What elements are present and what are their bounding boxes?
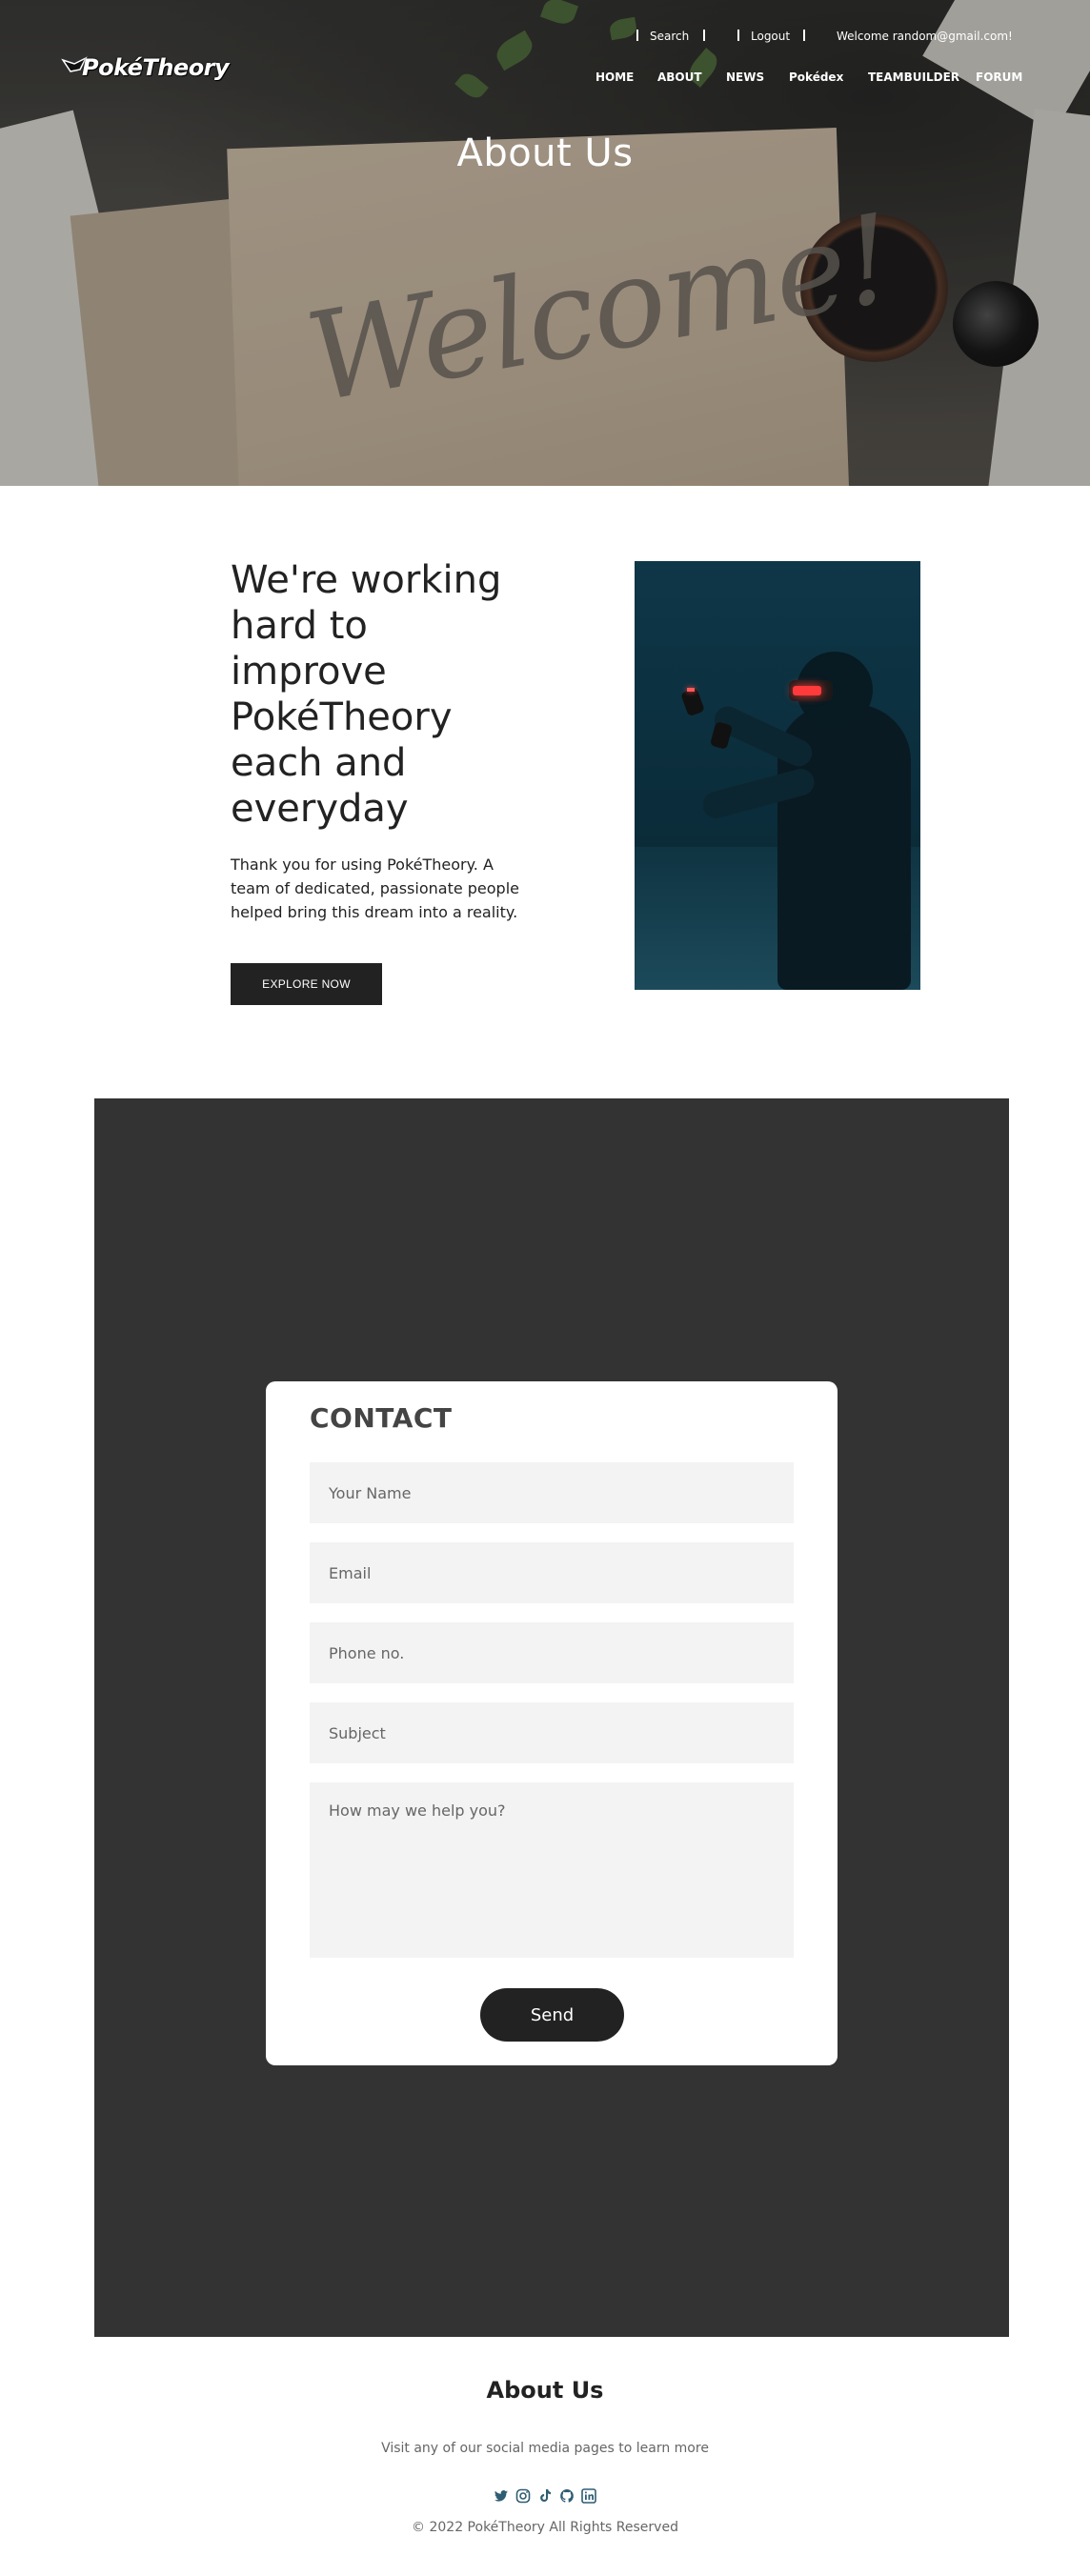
topbar-separator xyxy=(636,30,638,43)
footer-title: About Us xyxy=(486,2377,604,2404)
phone-field[interactable] xyxy=(310,1622,794,1683)
vr-headset-photo xyxy=(635,561,920,990)
github-icon[interactable] xyxy=(559,2488,575,2504)
intro-heading: We're working hard to improve PokéTheory… xyxy=(231,557,555,832)
topbar-separator xyxy=(703,30,705,43)
intro-heading-line: We're working xyxy=(231,558,502,602)
nav-news[interactable]: NEWS xyxy=(726,70,764,84)
linkedin-icon[interactable] xyxy=(581,2487,596,2504)
copyright-text: © 2022 PokéTheory All Rights Reserved xyxy=(412,2520,678,2535)
send-button[interactable]: Send xyxy=(480,1988,624,2042)
twitter-icon[interactable] xyxy=(494,2488,509,2504)
vr-headset-glow xyxy=(793,686,821,695)
tiktok-icon[interactable] xyxy=(537,2488,553,2504)
nav-forum[interactable]: FORUM xyxy=(976,70,1022,84)
welcome-user-text: Welcome random@gmail.com! xyxy=(837,30,1013,43)
intro-text: Thank you for using PokéTheory. A team o… xyxy=(231,853,535,924)
logout-link[interactable]: Logout xyxy=(751,30,790,43)
page-title: About Us xyxy=(456,131,634,175)
name-field[interactable] xyxy=(310,1462,794,1523)
vr-controller-glow xyxy=(687,688,695,692)
message-field[interactable] xyxy=(310,1782,794,1958)
contact-title: CONTACT xyxy=(310,1402,453,1434)
instagram-icon[interactable] xyxy=(515,2488,531,2504)
intro-text-line: team of dedicated, passionate people xyxy=(231,879,519,897)
vr-controller xyxy=(709,721,734,750)
main-nav: HOME ABOUT NEWS Pokédex TEAMBUILDER FORU… xyxy=(0,70,1090,88)
topbar-separator xyxy=(737,30,739,43)
topbar-separator xyxy=(803,30,805,43)
intro-heading-line: PokéTheory xyxy=(231,695,453,739)
social-links xyxy=(0,2485,1090,2505)
email-field[interactable] xyxy=(310,1542,794,1603)
intro-text-line: Thank you for using PokéTheory. A xyxy=(231,855,494,874)
contact-form: CONTACT Send xyxy=(266,1381,838,2065)
top-bar: Search Logout Welcome random@gmail.com! xyxy=(0,30,1090,47)
intro-heading-line: improve xyxy=(231,650,387,694)
nav-pokedex[interactable]: Pokédex xyxy=(789,70,843,84)
explore-now-button[interactable]: EXPLORE NOW xyxy=(231,963,382,1005)
intro-heading-line: everyday xyxy=(231,787,409,831)
search-link[interactable]: Search xyxy=(650,30,689,43)
intro-text-line: helped bring this dream into a reality. xyxy=(231,903,518,921)
intro-heading-line: each and xyxy=(231,741,407,785)
nav-teambuilder[interactable]: TEAMBUILDER xyxy=(868,70,959,84)
nav-home[interactable]: HOME xyxy=(595,70,634,84)
footer-text: Visit any of our social media pages to l… xyxy=(381,2441,709,2456)
intro-heading-line: hard to xyxy=(231,604,368,648)
nav-about[interactable]: ABOUT xyxy=(657,70,702,84)
subject-field[interactable] xyxy=(310,1702,794,1763)
vr-controller xyxy=(680,687,705,717)
hero-banner: Welcome! PokéTheory Search Logout Welcom… xyxy=(0,0,1090,486)
